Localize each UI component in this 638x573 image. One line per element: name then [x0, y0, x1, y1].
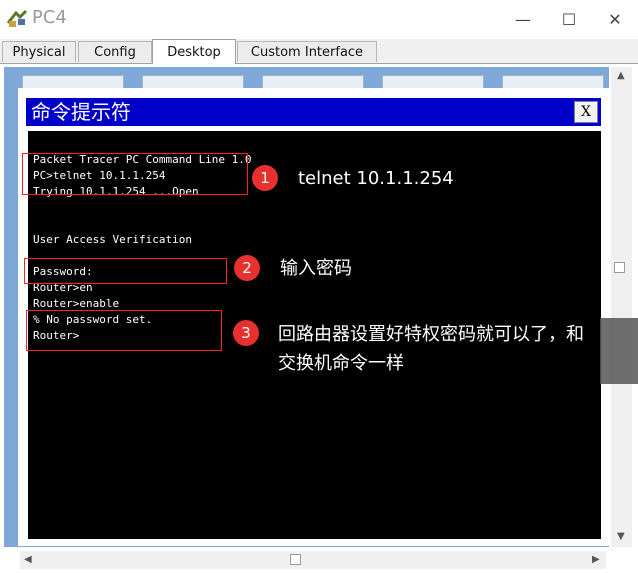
minimize-button[interactable]: — [500, 0, 546, 38]
device-tabs: Physical Config Desktop Custom Interface [0, 39, 638, 64]
maximize-icon: ☐ [561, 9, 577, 29]
horizontal-scrollbar[interactable]: ◀ ▶ [20, 551, 606, 569]
scroll-thumb[interactable] [290, 554, 301, 565]
tab-custom-interface[interactable]: Custom Interface [237, 41, 377, 62]
command-prompt-titlebar: 命令提示符 X [26, 98, 601, 126]
annotation-text-3-line2: 交换机命令一样 [278, 353, 404, 374]
annotation-box-3 [26, 310, 222, 351]
close-icon: ✕ [608, 9, 622, 29]
tab-physical[interactable]: Physical [2, 41, 76, 62]
maximize-button[interactable]: ☐ [546, 0, 592, 38]
packet-tracer-icon [6, 9, 28, 27]
annotation-box-2 [24, 258, 227, 284]
annotation-text-2: 输入密码 [280, 258, 352, 279]
minimize-icon: — [515, 9, 531, 29]
command-prompt-title: 命令提示符 [31, 100, 131, 124]
window-title: PC4 [32, 7, 67, 28]
scroll-left-icon[interactable]: ◀ [24, 554, 32, 565]
annotation-text-3-line1: 回路由器设置好特权密码就可以了，和 [278, 324, 584, 345]
tab-desktop[interactable]: Desktop [152, 39, 236, 64]
command-prompt-close-button[interactable]: X [574, 101, 598, 123]
annotation-badge-2: 2 [234, 255, 260, 281]
window-titlebar: PC4 — ☐ ✕ [0, 0, 638, 38]
console-line: User Access Verification [33, 233, 192, 246]
scroll-thumb[interactable] [614, 262, 625, 273]
scroll-down-icon[interactable]: ▼ [617, 531, 625, 542]
tab-config[interactable]: Config [78, 41, 152, 62]
annotation-badge-1: 1 [252, 165, 278, 191]
close-button[interactable]: ✕ [592, 0, 638, 38]
console-line: Router>enable [33, 297, 120, 310]
annotation-box-1 [22, 153, 248, 195]
annotation-badge-3: 3 [233, 320, 259, 346]
side-overlay [600, 318, 638, 384]
scroll-up-icon[interactable]: ▲ [617, 70, 625, 81]
scroll-right-icon[interactable]: ▶ [592, 554, 600, 565]
annotation-text-1: telnet 10.1.1.254 [298, 168, 454, 189]
vertical-scrollbar[interactable]: ▲ ▼ [611, 67, 632, 547]
